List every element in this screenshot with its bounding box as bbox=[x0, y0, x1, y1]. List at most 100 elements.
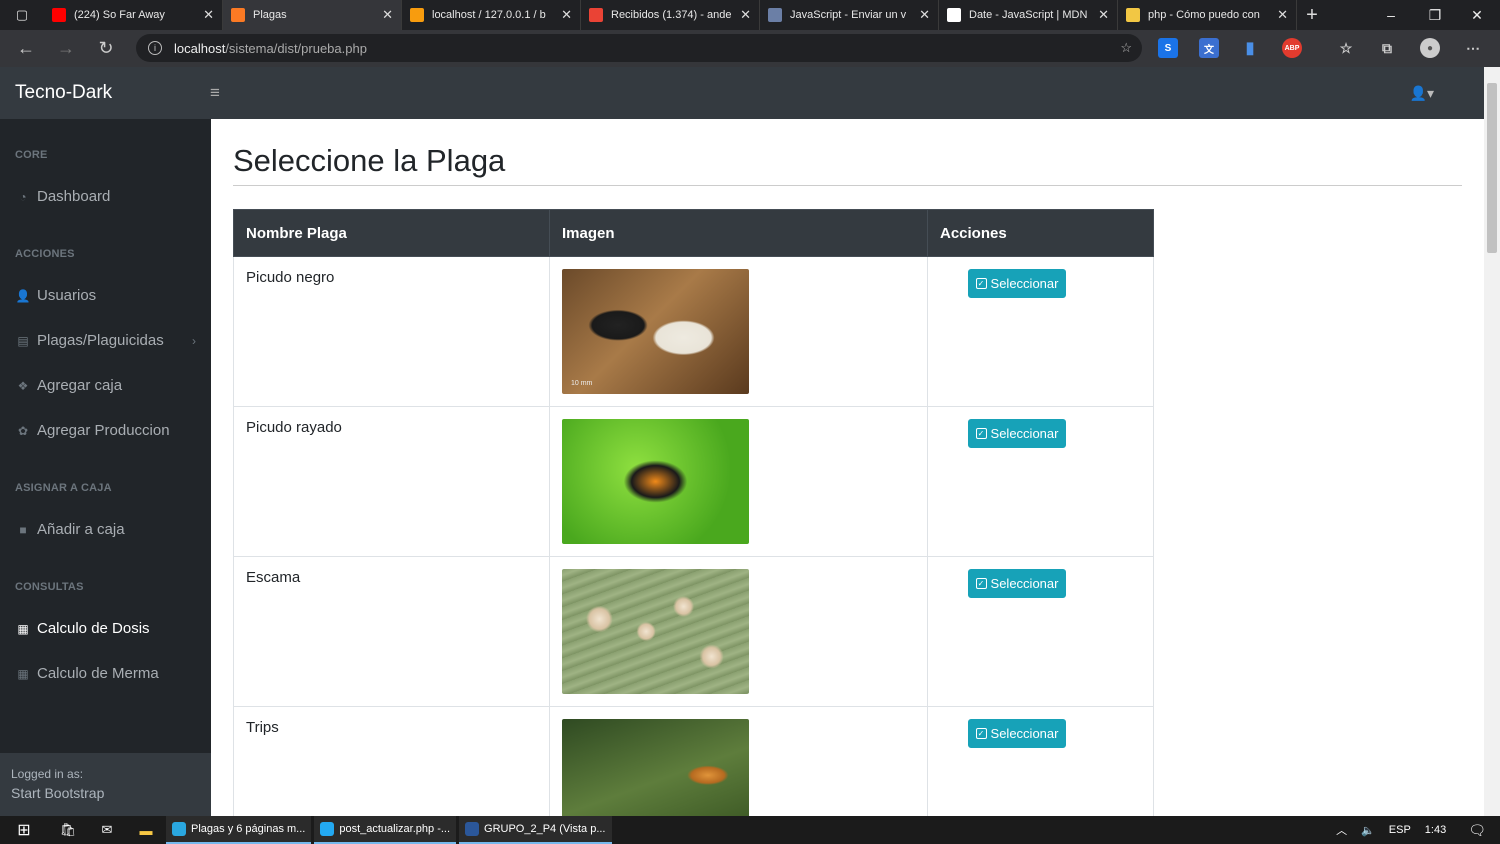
boxes-icon: ❖ bbox=[17, 378, 29, 393]
tab-actions-icon[interactable]: ▢ bbox=[0, 0, 44, 30]
sidebar-item-agregar-produccion[interactable]: ✿ Agregar Produccion bbox=[15, 422, 200, 439]
select-button-label: Seleccionar bbox=[990, 576, 1059, 591]
close-tab-icon[interactable]: ✕ bbox=[203, 7, 214, 23]
tab-title: (224) So Far Away bbox=[74, 9, 165, 21]
plaga-name: Picudo rayado bbox=[233, 406, 550, 557]
clock[interactable]: 1:43 bbox=[1425, 824, 1446, 836]
add-favorite-icon[interactable]: ☆ bbox=[1120, 40, 1132, 56]
close-tab-icon[interactable]: ✕ bbox=[382, 7, 393, 23]
mail-icon[interactable]: ✉ bbox=[88, 816, 126, 844]
language-indicator[interactable]: ESP bbox=[1389, 824, 1411, 836]
image-scale-label: 10 mm bbox=[571, 380, 593, 387]
system-tray: ︿ 🔈 ESP 1:43 🗨 bbox=[1336, 816, 1500, 844]
taskbar-app-label: GRUPO_2_P4 (Vista p... bbox=[484, 823, 606, 835]
sidebar-item-calculo-dosis[interactable]: ▦ Calculo de Dosis bbox=[15, 620, 200, 637]
url-host: localhost bbox=[174, 40, 226, 56]
check-square-icon: ✓ bbox=[975, 728, 987, 739]
file-explorer-icon[interactable]: ▬ bbox=[126, 816, 166, 844]
chevron-up-icon[interactable]: ︿ bbox=[1336, 822, 1347, 838]
browser-tab[interactable]: php - Cómo puedo con ✕ bbox=[1118, 0, 1297, 30]
select-button[interactable]: ✓ Seleccionar bbox=[968, 419, 1066, 448]
close-window-button[interactable]: ✕ bbox=[1456, 0, 1498, 30]
sidebar-item-label: Dashboard bbox=[37, 188, 111, 205]
taskbar-app[interactable]: post_actualizar.php -... bbox=[314, 816, 457, 844]
url-input[interactable]: i localhost/sistema/dist/prueba.php ☆ bbox=[136, 34, 1142, 62]
browser-tab[interactable]: (224) So Far Away ✕ bbox=[44, 0, 223, 30]
profile-avatar[interactable]: ● bbox=[1420, 38, 1440, 58]
close-tab-icon[interactable]: ✕ bbox=[740, 7, 751, 23]
gmail-icon bbox=[589, 8, 603, 22]
sidebar-item-anadir-caja[interactable]: ■ Añadir a caja bbox=[15, 521, 200, 538]
sidebar-item-label: Añadir a caja bbox=[37, 521, 125, 538]
list-icon: ▤ bbox=[17, 333, 29, 348]
skype-extension-icon[interactable]: S bbox=[1158, 38, 1178, 58]
plaga-name: Trips bbox=[233, 706, 550, 816]
browser-tab[interactable]: Recibidos (1.374) - ande ✕ bbox=[581, 0, 760, 30]
close-tab-icon[interactable]: ✕ bbox=[1277, 7, 1288, 23]
back-button[interactable]: ← bbox=[6, 30, 46, 67]
sidebar-toggle-icon[interactable]: ≡ bbox=[210, 83, 220, 103]
sidebar-item-label: Plagas/Plaguicidas bbox=[37, 332, 164, 349]
vscode-icon bbox=[320, 822, 335, 836]
taskbar-app[interactable]: GRUPO_2_P4 (Vista p... bbox=[459, 816, 612, 844]
sidebar-item-agregar-caja[interactable]: ❖ Agregar caja bbox=[15, 377, 200, 394]
select-button[interactable]: ✓ Seleccionar bbox=[968, 719, 1066, 748]
favorites-icon[interactable]: ☆ bbox=[1336, 38, 1356, 58]
calculator-icon: ▦ bbox=[17, 621, 29, 636]
column-header-imagen: Imagen bbox=[549, 209, 928, 257]
phpmyadmin-icon bbox=[410, 8, 424, 22]
taskbar-app[interactable]: Plagas y 6 páginas m... bbox=[166, 816, 312, 844]
restore-button[interactable]: ❐ bbox=[1414, 0, 1456, 30]
reload-button[interactable]: ↻ bbox=[86, 30, 126, 67]
check-square-icon: ✓ bbox=[975, 428, 987, 439]
page-scrollbar[interactable] bbox=[1484, 67, 1500, 816]
collections-icon[interactable]: ⧉ bbox=[1377, 38, 1397, 58]
sidebar-footer: Logged in as: Start Bootstrap bbox=[0, 753, 211, 816]
brand-link[interactable]: Tecno-Dark bbox=[0, 82, 210, 104]
plagas-table: Nombre Plaga Imagen Acciones Picudo negr… bbox=[233, 209, 1154, 816]
sidebar-item-calculo-merma[interactable]: ▦ Calculo de Merma bbox=[15, 665, 200, 682]
adblock-extension-icon[interactable]: ABP bbox=[1282, 38, 1302, 58]
sidebar-item-usuarios[interactable]: 👤 Usuarios bbox=[15, 287, 200, 304]
minimize-button[interactable]: – bbox=[1370, 0, 1412, 30]
chevron-right-icon: › bbox=[192, 333, 196, 348]
bookmark-extension-icon[interactable]: ▮ bbox=[1240, 38, 1260, 58]
forward-button[interactable]: → bbox=[46, 30, 86, 67]
user-add-icon: 👤 bbox=[15, 288, 31, 303]
browser-tab[interactable]: Plagas ✕ bbox=[223, 0, 402, 30]
sidebar-item-dashboard[interactable]: ◔ Dashboard bbox=[15, 188, 200, 205]
close-tab-icon[interactable]: ✕ bbox=[1098, 7, 1109, 23]
calculator-icon: ▦ bbox=[17, 666, 29, 681]
edge-icon bbox=[172, 822, 186, 836]
tab-title: Date - JavaScript | MDN bbox=[969, 9, 1088, 21]
select-button[interactable]: ✓ Seleccionar bbox=[968, 269, 1066, 298]
browser-tab[interactable]: JavaScript - Enviar un v ✕ bbox=[760, 0, 939, 30]
youtube-icon bbox=[52, 8, 66, 22]
stackoverflow-icon bbox=[1126, 8, 1140, 22]
sidebar-item-label: Agregar Produccion bbox=[37, 422, 170, 439]
more-menu-icon[interactable]: ⋯ bbox=[1463, 38, 1483, 58]
logged-in-user: Start Bootstrap bbox=[11, 785, 105, 801]
column-header-nombre: Nombre Plaga bbox=[233, 209, 550, 257]
volume-icon[interactable]: 🔈 bbox=[1361, 824, 1375, 837]
user-dropdown-icon[interactable]: 👤▾ bbox=[1410, 85, 1434, 102]
select-button[interactable]: ✓ Seleccionar bbox=[968, 569, 1066, 598]
address-bar: ← → ↻ i localhost/sistema/dist/prueba.ph… bbox=[0, 30, 1500, 67]
store-icon[interactable]: 🛍 bbox=[48, 816, 88, 844]
main-content: Seleccione la Plaga Nombre Plaga Imagen … bbox=[211, 119, 1484, 816]
browser-tab[interactable]: Date - JavaScript | MDN ✕ bbox=[939, 0, 1118, 30]
url-path: /sistema/dist/prueba.php bbox=[225, 40, 367, 56]
sidebar-item-plagas[interactable]: ▤ Plagas/Plaguicidas › bbox=[15, 332, 200, 349]
notifications-icon[interactable]: 🗨 bbox=[1468, 822, 1486, 839]
translate-extension-icon[interactable]: 文 bbox=[1199, 38, 1219, 58]
scrollbar-thumb[interactable] bbox=[1487, 83, 1497, 253]
logged-in-label: Logged in as: bbox=[11, 767, 84, 781]
new-tab-button[interactable]: + bbox=[1297, 0, 1327, 30]
start-button[interactable]: ⊞ bbox=[0, 816, 48, 844]
close-tab-icon[interactable]: ✕ bbox=[561, 7, 572, 23]
select-button-label: Seleccionar bbox=[990, 276, 1059, 291]
browser-tab[interactable]: localhost / 127.0.0.1 / b ✕ bbox=[402, 0, 581, 30]
tab-title: Plagas bbox=[253, 9, 287, 21]
close-tab-icon[interactable]: ✕ bbox=[919, 7, 930, 23]
site-info-icon[interactable]: i bbox=[148, 41, 162, 55]
